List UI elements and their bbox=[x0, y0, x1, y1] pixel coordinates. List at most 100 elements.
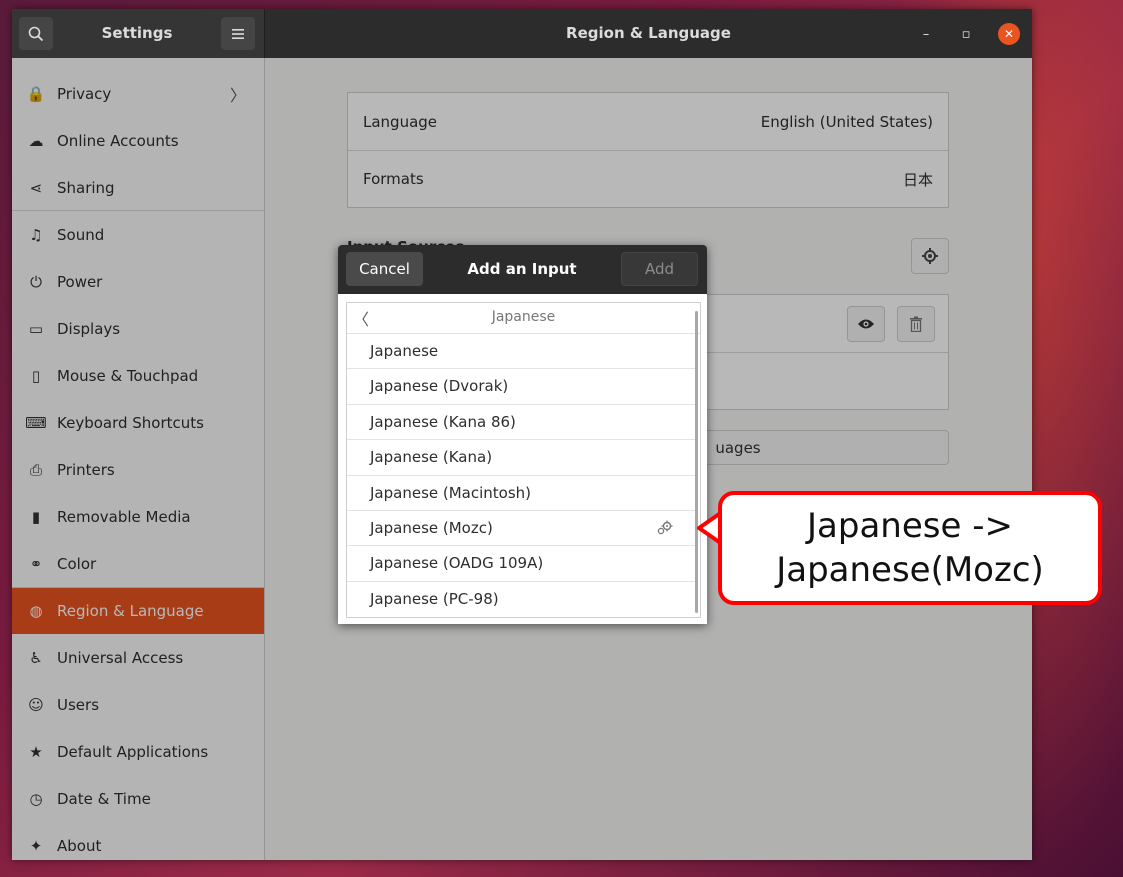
sidebar-item-label: Keyboard Shortcuts bbox=[57, 413, 204, 432]
add-button[interactable]: Add bbox=[621, 252, 698, 286]
sidebar-item-label: Region & Language bbox=[57, 601, 204, 620]
callout-line-1: Japanese -> bbox=[807, 506, 1013, 546]
input-source-item[interactable]: Japanese (Kana 86) bbox=[347, 403, 696, 439]
sidebar-item-mouse-touchpad[interactable]: ▯ Mouse & Touchpad bbox=[12, 352, 264, 399]
minimize-icon: – bbox=[922, 26, 930, 42]
sidebar-item-label: Color bbox=[57, 554, 97, 573]
input-source-item[interactable]: Japanese (OADG 109A) bbox=[347, 545, 696, 580]
formats-value: 日本 bbox=[902, 170, 933, 189]
removable-media-icon: ▮ bbox=[31, 507, 41, 526]
sidebar-item-sharing[interactable]: ⋖ Sharing bbox=[12, 164, 264, 211]
sidebar-divider bbox=[12, 210, 264, 211]
search-button[interactable] bbox=[19, 17, 53, 50]
input-source-label: Japanese (Mozc) bbox=[370, 519, 493, 537]
eye-icon bbox=[858, 319, 874, 329]
sidebar-item-online-accounts[interactable]: ☁ Online Accounts bbox=[12, 117, 264, 164]
globe-icon: ◍ bbox=[29, 601, 43, 620]
maximize-button[interactable]: ▫ bbox=[955, 23, 977, 45]
sidebar: 🔒 Privacy 〉 ☁ Online Accounts ⋖ Sharing ♫ Sound ⏻… bbox=[12, 58, 265, 860]
list-header-title: Japanese bbox=[491, 309, 556, 325]
trash-icon bbox=[910, 316, 922, 332]
star-icon: ★ bbox=[29, 742, 43, 761]
cloud-icon: ☁ bbox=[28, 131, 44, 150]
preview-layout-button[interactable] bbox=[847, 306, 885, 342]
sidebar-item-removable-media[interactable]: ▮ Removable Media bbox=[12, 493, 264, 540]
callout-line-2: Japanese(Mozc) bbox=[776, 550, 1044, 590]
input-source-item[interactable]: Japanese (Mozc) bbox=[347, 510, 696, 545]
color-icon: ⚭ bbox=[29, 554, 43, 573]
sidebar-item-date-time[interactable]: ◷ Date & Time bbox=[12, 775, 264, 822]
language-formats-card: Language English (United States) Formats… bbox=[347, 92, 949, 208]
cancel-button[interactable]: Cancel bbox=[346, 252, 423, 286]
music-note-icon: ♫ bbox=[29, 225, 43, 244]
language-label: Language bbox=[363, 112, 438, 131]
list-header-back[interactable]: 〈 Japanese bbox=[347, 303, 700, 334]
sidebar-item-universal-access[interactable]: ♿ Universal Access bbox=[12, 634, 264, 681]
sidebar-item-label: Mouse & Touchpad bbox=[57, 366, 199, 385]
about-icon: ✦ bbox=[29, 836, 43, 855]
power-icon: ⏻ bbox=[30, 272, 42, 291]
sidebar-item-color[interactable]: ⚭ Color bbox=[12, 540, 264, 587]
manage-languages-label: uages bbox=[715, 438, 761, 457]
share-icon: ⋖ bbox=[29, 178, 43, 197]
sidebar-item-keyboard-shortcuts[interactable]: ⌨ Keyboard Shortcuts bbox=[12, 399, 264, 446]
formats-row[interactable]: Formats 日本 bbox=[348, 150, 948, 207]
sidebar-item-label: Sharing bbox=[57, 178, 115, 197]
search-icon bbox=[28, 26, 44, 41]
sidebar-item-region-language[interactable]: ◍ Region & Language bbox=[12, 587, 264, 634]
printer-icon: ⎙ bbox=[29, 460, 42, 479]
input-source-item[interactable]: Japanese (PC-98) bbox=[347, 580, 696, 616]
sidebar-item-label: Printers bbox=[57, 460, 115, 479]
header-bar: Settings Region & Language – ▫ ✕ bbox=[12, 9, 1032, 58]
input-source-label: Japanese (PC-98) bbox=[370, 589, 499, 608]
sidebar-item-printers[interactable]: ⎙ Printers bbox=[12, 446, 264, 493]
display-icon: ▭ bbox=[28, 319, 44, 338]
list-scrollbar[interactable] bbox=[695, 311, 698, 613]
sidebar-item-displays[interactable]: ▭ Displays bbox=[12, 305, 264, 352]
sidebar-item-default-applications[interactable]: ★ Default Applications bbox=[12, 728, 264, 775]
sidebar-item-sound[interactable]: ♫ Sound bbox=[12, 211, 264, 258]
input-source-item[interactable]: Japanese (Kana) bbox=[347, 439, 696, 474]
annotation-callout: Japanese -> Japanese(Mozc) bbox=[718, 491, 1102, 605]
sidebar-item-label: Removable Media bbox=[57, 507, 191, 526]
users-icon: ☺ bbox=[28, 695, 44, 714]
sidebar-item-label: Universal Access bbox=[57, 648, 184, 667]
sidebar-item-label: Default Applications bbox=[57, 742, 209, 761]
sidebar-item-label: Sound bbox=[57, 225, 105, 244]
input-source-label: Japanese bbox=[370, 342, 439, 360]
sidebar-item-label: Privacy bbox=[57, 84, 112, 103]
sidebar-item-privacy[interactable]: 🔒 Privacy 〉 bbox=[12, 70, 264, 117]
mouse-icon: ▯ bbox=[31, 366, 41, 385]
engine-settings-gears-icon bbox=[657, 520, 673, 535]
input-source-label: Japanese (OADG 109A) bbox=[370, 554, 544, 573]
content-header: Region & Language – ▫ ✕ bbox=[265, 9, 1032, 58]
menu-button[interactable] bbox=[221, 17, 255, 50]
sidebar-item-label: Online Accounts bbox=[57, 131, 179, 150]
input-source-label: Japanese (Kana) bbox=[370, 448, 493, 467]
app-title: Settings bbox=[101, 24, 173, 42]
input-source-item[interactable]: Japanese (Macintosh) bbox=[347, 474, 696, 510]
input-source-item[interactable]: Japanese bbox=[347, 333, 696, 368]
sidebar-header: Settings bbox=[12, 9, 265, 58]
remove-input-source-button[interactable] bbox=[897, 306, 935, 342]
dialog-title: Add an Input Source bbox=[467, 260, 577, 327]
sidebar-item-label: About bbox=[57, 836, 102, 855]
input-source-label: Japanese (Macintosh) bbox=[370, 483, 532, 502]
language-row[interactable]: Language English (United States) bbox=[348, 93, 948, 150]
sidebar-item-about[interactable]: ✦ About bbox=[12, 822, 264, 860]
sidebar-item-power[interactable]: ⏻ Power bbox=[12, 258, 264, 305]
close-button[interactable]: ✕ bbox=[998, 23, 1020, 45]
minimize-button[interactable]: – bbox=[915, 23, 937, 45]
input-source-options-button[interactable] bbox=[911, 238, 949, 274]
input-source-list: 〈 Japanese Japanese Japanese (Dvorak) Japa… bbox=[346, 302, 701, 618]
input-source-label: Japanese (Dvorak) bbox=[370, 377, 509, 396]
sidebar-item-label: Users bbox=[57, 695, 100, 714]
sidebar-item-users[interactable]: ☺ Users bbox=[12, 681, 264, 728]
maximize-icon: ▫ bbox=[961, 26, 971, 42]
sidebar-divider bbox=[12, 587, 264, 588]
sidebar-item-label: Date & Time bbox=[57, 789, 151, 808]
dialog-header: Cancel Add an Input Source Add bbox=[338, 245, 707, 327]
hamburger-menu-icon bbox=[232, 28, 244, 39]
gear-icon bbox=[922, 248, 938, 264]
input-source-item[interactable]: Japanese (Dvorak) bbox=[347, 368, 696, 403]
